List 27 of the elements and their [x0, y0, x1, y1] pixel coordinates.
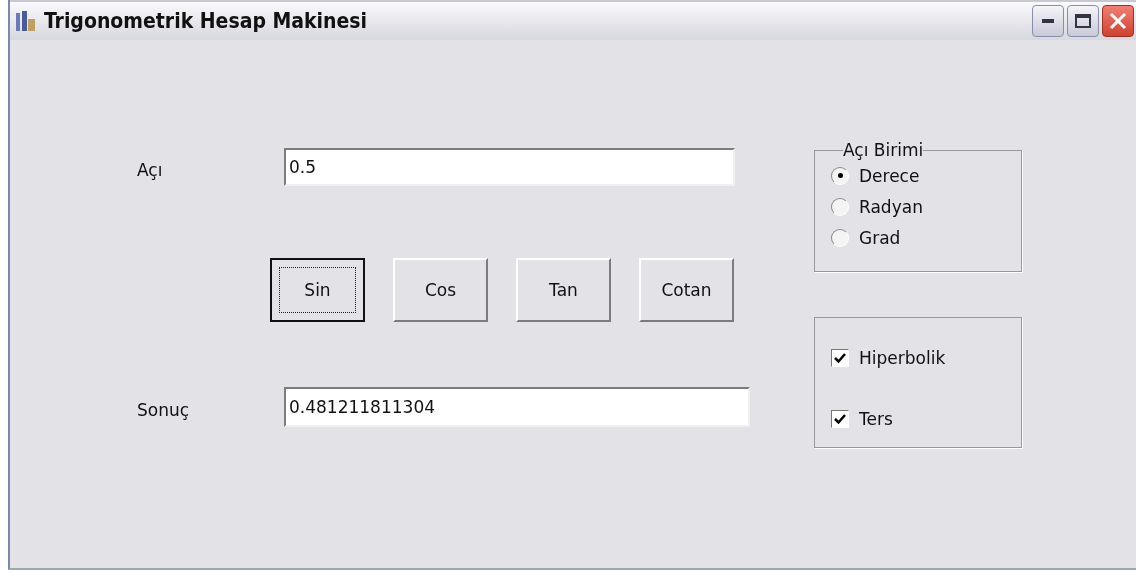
maximize-button[interactable]	[1067, 5, 1099, 37]
result-label: Sonuç	[137, 399, 191, 420]
function-button[interactable]: Sin	[270, 258, 365, 322]
radio-button[interactable]	[831, 166, 849, 185]
result-field[interactable]: 0.481211811304	[284, 387, 750, 427]
checkbox-label: Ters	[859, 408, 893, 429]
radio-label: Derece	[859, 165, 920, 186]
checkbox[interactable]	[831, 409, 849, 428]
app-icon	[14, 9, 38, 33]
minimize-icon	[1042, 19, 1054, 23]
angle-label: Açı	[137, 159, 164, 180]
radio-button[interactable]	[831, 228, 849, 247]
checkbox[interactable]	[831, 348, 849, 367]
minimize-button[interactable]	[1032, 5, 1064, 37]
close-icon	[1109, 12, 1127, 30]
function-button[interactable]: Tan	[516, 258, 611, 322]
close-button[interactable]	[1102, 5, 1134, 37]
group-title: Açı Birimi	[843, 140, 924, 160]
radio-button[interactable]	[831, 197, 849, 216]
maximize-icon	[1075, 14, 1091, 28]
angle-field[interactable]: 0.5	[284, 148, 735, 186]
checkbox-label: Hiperbolik	[859, 347, 946, 368]
function-button[interactable]: Cotan	[639, 258, 734, 322]
radio-label: Radyan	[859, 196, 923, 217]
window-title: Trigonometrik Hesap Makinesi	[44, 9, 369, 33]
radio-label: Grad	[859, 227, 901, 248]
function-button[interactable]: Cos	[393, 258, 488, 322]
